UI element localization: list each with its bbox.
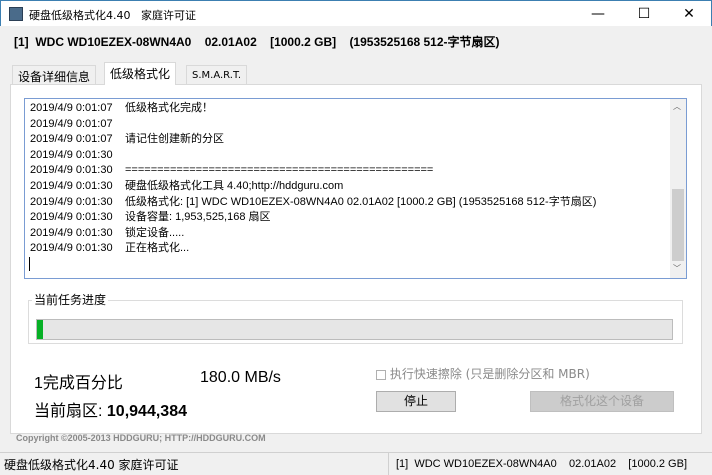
quick-wipe-label: 执行快速擦除 (只是删除分区和 MBR) [389, 367, 590, 381]
log-scrollbar[interactable]: ︿ ﹀ [670, 99, 686, 278]
stop-button[interactable]: 停止 [376, 391, 456, 412]
log-textarea[interactable]: 2019/4/9 0:01:07 低级格式化完成！ 2019/4/9 0:01:07… [24, 98, 687, 279]
log-timestamp: 2019/4/9 0:01:30 [30, 179, 113, 192]
log-line: 2019/4/9 0:01:30 [30, 148, 596, 164]
log-message: ========================================… [125, 164, 434, 177]
minimize-button[interactable]: — [575, 1, 621, 27]
log-line: 2019/4/9 0:01:30 锁定设备..... [30, 226, 596, 242]
title-text: 硬盘低级格式化4.40 [29, 9, 131, 22]
log-message: 低级格式化完成！ [125, 102, 213, 114]
log-line: 2019/4/9 0:01:30 低级格式化: [1] WDC WD10EZEX-… [30, 195, 596, 211]
sector-value: 10,944,384 [106, 403, 187, 420]
log-message: 设备容量: 1,953,525,168 扇区 [125, 211, 271, 224]
log-line: 2019/4/9 0:01:07 低级格式化完成！ [30, 101, 596, 117]
scroll-down-icon[interactable]: ﹀ [673, 263, 681, 274]
title-bar: 硬盘低级格式化4.40 家庭许可证 — ☐ ✕ [0, 0, 712, 26]
format-device-button[interactable]: 格式化这个设备 [530, 391, 674, 412]
tab-device-details[interactable]: 设备详细信息 [12, 65, 97, 85]
copyright: Copyright ©2005-2013 HDDGURU; HTTP://HDD… [16, 433, 266, 443]
log-timestamp: 2019/4/9 0:01:30 [30, 226, 113, 239]
log-message: 请记住创建新的分区 [125, 133, 224, 146]
log-line: 2019/4/9 0:01:07 请记住创建新的分区 [30, 132, 596, 148]
status-left: 硬盘低级格式化4.40 家庭许可证 [4, 458, 179, 472]
scroll-thumb[interactable] [672, 189, 684, 261]
log-line: 2019/4/9 0:01:07 [30, 117, 596, 133]
log-line: 2019/4/9 0:01:30 正在格式化... [30, 241, 596, 257]
log-lines: 2019/4/9 0:01:07 低级格式化完成！ 2019/4/9 0:01:07… [30, 101, 596, 257]
maximize-button[interactable]: ☐ [621, 1, 667, 27]
status-divider [388, 453, 389, 475]
log-message: 硬盘低级格式化工具 4.40;http://hddguru.com [125, 179, 344, 192]
log-timestamp: 2019/4/9 0:01:30 [30, 164, 113, 177]
log-timestamp: 2019/4/9 0:01:30 [30, 148, 113, 161]
status-right: [1] WDC WD10EZEX-08WN4A0 02.01A02 [1000.… [396, 458, 688, 470]
progress-label: 当前任务进度 [32, 291, 109, 308]
log-message: 锁定设备..... [125, 226, 185, 239]
log-timestamp: 2019/4/9 0:01:07 [30, 102, 113, 114]
log-timestamp: 2019/4/9 0:01:30 [30, 242, 113, 255]
tab-smart[interactable]: S.M.A.R.T. [186, 65, 248, 85]
log-line: 2019/4/9 0:01:30 设备容量: 1,953,525,168 扇区 [30, 210, 596, 226]
scroll-up-icon[interactable]: ︿ [673, 101, 681, 112]
close-button[interactable]: ✕ [666, 1, 712, 27]
log-timestamp: 2019/4/9 0:01:07 [30, 117, 113, 130]
license-text: 家庭许可证 [141, 9, 196, 22]
log-message: 正在格式化... [125, 242, 190, 255]
speed-value: 180.0 MB/s [200, 369, 281, 386]
app-icon [9, 7, 23, 21]
log-timestamp: 2019/4/9 0:01:30 [30, 195, 113, 208]
log-message: 低级格式化: [1] WDC WD10EZEX-08WN4A0 02.01A02… [125, 195, 597, 208]
checkbox-box[interactable] [376, 369, 386, 380]
progress-fill [37, 320, 44, 339]
sector-label: 当前扇区: [34, 403, 103, 420]
device-info: [1] WDC WD10EZEX-08WN4A0 02.01A02 [1000.… [14, 35, 500, 49]
percent-complete: 1完成百分比 [34, 375, 123, 392]
text-cursor [29, 257, 30, 271]
progress-bar [36, 319, 673, 340]
tab-low-level-format[interactable]: 低级格式化 [104, 62, 177, 85]
log-line: 2019/4/9 0:01:30 ========================… [30, 163, 596, 179]
log-line: 2019/4/9 0:01:30 硬盘低级格式化工具 4.40;http://hd… [30, 179, 596, 195]
status-bar: 硬盘低级格式化4.40 家庭许可证 [1] WDC WD10EZEX-08WN4… [0, 452, 712, 475]
log-timestamp: 2019/4/9 0:01:30 [30, 211, 113, 224]
current-sector: 当前扇区: 10,944,384 [34, 397, 187, 421]
log-timestamp: 2019/4/9 0:01:07 [30, 133, 113, 146]
window-title: 硬盘低级格式化4.40 家庭许可证 [29, 7, 196, 23]
quick-wipe-checkbox[interactable]: 执行快速擦除 (只是删除分区和 MBR) [376, 365, 590, 382]
